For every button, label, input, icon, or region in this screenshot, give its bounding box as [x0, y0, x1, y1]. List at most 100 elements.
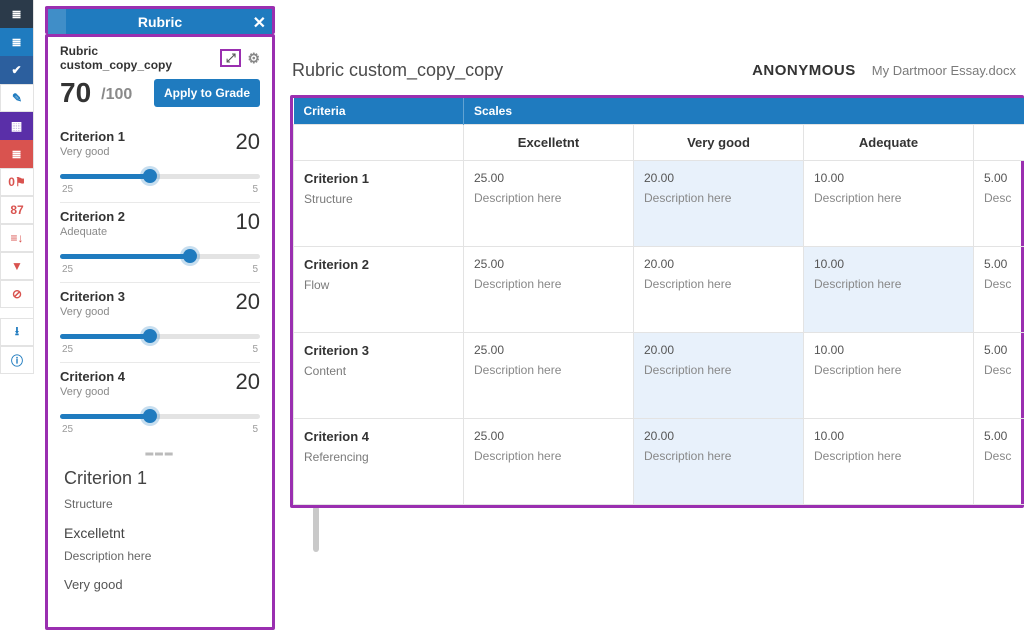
rubric-panel: Rubric ✕ Rubric custom_copy_copy ⤢ ⚙ 70 … — [45, 6, 275, 630]
left-tool-rail: ≣≣✔✎▦≣0⚑87≡↓▼⊘⭳ⓘ — [0, 0, 34, 374]
layers-icon[interactable]: ≣ — [0, 0, 34, 28]
criterion-name: Criterion 3 — [60, 289, 125, 304]
scale-header: Adequate — [804, 125, 974, 161]
scale-cell[interactable]: 25.00Description here — [464, 247, 634, 333]
expand-icon[interactable]: ⤢ — [220, 49, 241, 67]
criteria-cell: Criterion 4Referencing — [294, 419, 464, 505]
criterion-detail: Criterion 1 Structure Excelletnt Descrip… — [60, 458, 260, 598]
rubric-panel-body: Rubric custom_copy_copy ⤢ ⚙ 70 /100 Appl… — [45, 34, 275, 630]
slider[interactable]: 255 — [60, 328, 260, 350]
grid-icon[interactable]: ▦ — [0, 112, 34, 140]
anonymous-label: ANONYMOUS — [752, 62, 856, 79]
apply-to-grade-button[interactable]: Apply to Grade — [154, 79, 260, 107]
filename-label: My Dartmoor Essay.docx — [872, 63, 1016, 78]
block-icon[interactable]: ⊘ — [0, 280, 34, 308]
table-row: Criterion 4Referencing25.00Description h… — [294, 419, 1024, 505]
detail-level-name: Excelletnt — [64, 525, 256, 541]
criterion-slider: Criterion 4Very good20255 — [60, 362, 260, 442]
scale-cell[interactable]: 20.00Description here — [634, 419, 804, 505]
axis-criteria: Criteria — [294, 98, 464, 125]
scale-cell[interactable]: 25.00Description here — [464, 161, 634, 247]
scale-header — [974, 125, 1024, 161]
scale-header-blank — [294, 125, 464, 161]
scale-cell[interactable]: 5.00Desc — [974, 161, 1024, 247]
slider[interactable]: 255 — [60, 248, 260, 270]
scale-cell[interactable]: 20.00Description here — [634, 161, 804, 247]
scale-header: Very good — [634, 125, 804, 161]
stack-icon[interactable]: ≣ — [0, 140, 34, 168]
criterion-name: Criterion 1 — [60, 129, 125, 144]
criterion-score: 20 — [236, 369, 260, 395]
rubric-panel-title: Rubric — [138, 14, 182, 30]
criterion-level: Very good — [60, 306, 125, 318]
tick-left: 25 — [62, 184, 73, 195]
scale-cell[interactable]: 5.00Desc — [974, 247, 1024, 333]
slider[interactable]: 255 — [60, 408, 260, 430]
scale-cell[interactable]: 10.00Description here — [804, 333, 974, 419]
scale-cell[interactable]: 25.00Description here — [464, 419, 634, 505]
rubric-table: CriteriaScalesExcelletntVery goodAdequat… — [293, 98, 1024, 505]
tick-left: 25 — [62, 424, 73, 435]
edit-icon[interactable]: ✎ — [0, 84, 34, 112]
rubric-panel-header: Rubric ✕ — [45, 6, 275, 34]
criterion-level: Very good — [60, 146, 125, 158]
tick-right: 5 — [252, 344, 258, 355]
gap — [0, 308, 34, 318]
criterion-level: Adequate — [60, 226, 125, 238]
criterion-slider: Criterion 2Adequate10255 — [60, 202, 260, 282]
criterion-score: 20 — [236, 129, 260, 155]
tick-right: 5 — [252, 184, 258, 195]
criteria-cell: Criterion 2Flow — [294, 247, 464, 333]
info-icon[interactable]: ⓘ — [0, 346, 34, 374]
scale-cell[interactable]: 10.00Description here — [804, 161, 974, 247]
gear-icon[interactable]: ⚙ — [247, 50, 260, 67]
scale-cell[interactable]: 10.00Description here — [804, 247, 974, 333]
criterion-level: Very good — [60, 386, 125, 398]
similarity-count[interactable]: 87 — [0, 196, 34, 224]
check-icon[interactable]: ✔ — [0, 56, 34, 84]
flag-count[interactable]: 0⚑ — [0, 168, 34, 196]
layers2-icon[interactable]: ≣ — [0, 28, 34, 56]
close-icon[interactable]: ✕ — [253, 13, 266, 33]
scale-header: Excelletnt — [464, 125, 634, 161]
criterion-slider: Criterion 1Very good20255 — [60, 123, 260, 202]
criteria-cell: Criterion 3Content — [294, 333, 464, 419]
criteria-list: Criterion 1Very good20255Criterion 2Adeq… — [60, 123, 260, 442]
score-row: 70 /100 Apply to Grade — [60, 77, 260, 109]
scale-cell[interactable]: 10.00Description here — [804, 419, 974, 505]
table-row: Criterion 3Content25.00Description here2… — [294, 333, 1024, 419]
panel-scrollbar[interactable] — [313, 506, 319, 552]
criterion-name: Criterion 4 — [60, 369, 125, 384]
funnel-icon[interactable]: ▼ — [0, 252, 34, 280]
rubric-name: Rubric custom_copy_copy — [60, 44, 208, 72]
tick-right: 5 — [252, 264, 258, 275]
criterion-slider: Criterion 3Very good20255 — [60, 282, 260, 362]
scale-cell[interactable]: 20.00Description here — [634, 333, 804, 419]
scale-cell[interactable]: 20.00Description here — [634, 247, 804, 333]
detail-next-level: Very good — [64, 577, 256, 592]
criterion-name: Criterion 2 — [60, 209, 125, 224]
tick-right: 5 — [252, 424, 258, 435]
drag-handle[interactable]: ▂▂▂ — [60, 442, 260, 458]
criteria-cell: Criterion 1Structure — [294, 161, 464, 247]
table-row: Criterion 1Structure25.00Description her… — [294, 161, 1024, 247]
score-value: 70 — [60, 77, 91, 109]
tick-left: 25 — [62, 344, 73, 355]
scale-cell[interactable]: 5.00Desc — [974, 333, 1024, 419]
detail-level-desc: Description here — [64, 549, 256, 563]
criterion-score: 20 — [236, 289, 260, 315]
download-icon[interactable]: ⭳ — [0, 318, 34, 346]
criterion-score: 10 — [236, 209, 260, 235]
rubric-expanded: Rubric custom_copy_copy ANONYMOUS My Dar… — [290, 60, 1024, 508]
scale-cell[interactable]: 25.00Description here — [464, 333, 634, 419]
bars-icon[interactable]: ≡↓ — [0, 224, 34, 252]
slider[interactable]: 255 — [60, 168, 260, 190]
tick-left: 25 — [62, 264, 73, 275]
table-row: Criterion 2Flow25.00Description here20.0… — [294, 247, 1024, 333]
scale-cell[interactable]: 5.00Desc — [974, 419, 1024, 505]
axis-scales: Scales — [464, 98, 1024, 125]
rubric-table-wrap: CriteriaScalesExcelletntVery goodAdequat… — [290, 95, 1024, 508]
score-denominator: /100 — [101, 86, 132, 104]
detail-sub: Structure — [64, 497, 256, 511]
detail-heading: Criterion 1 — [64, 468, 256, 489]
